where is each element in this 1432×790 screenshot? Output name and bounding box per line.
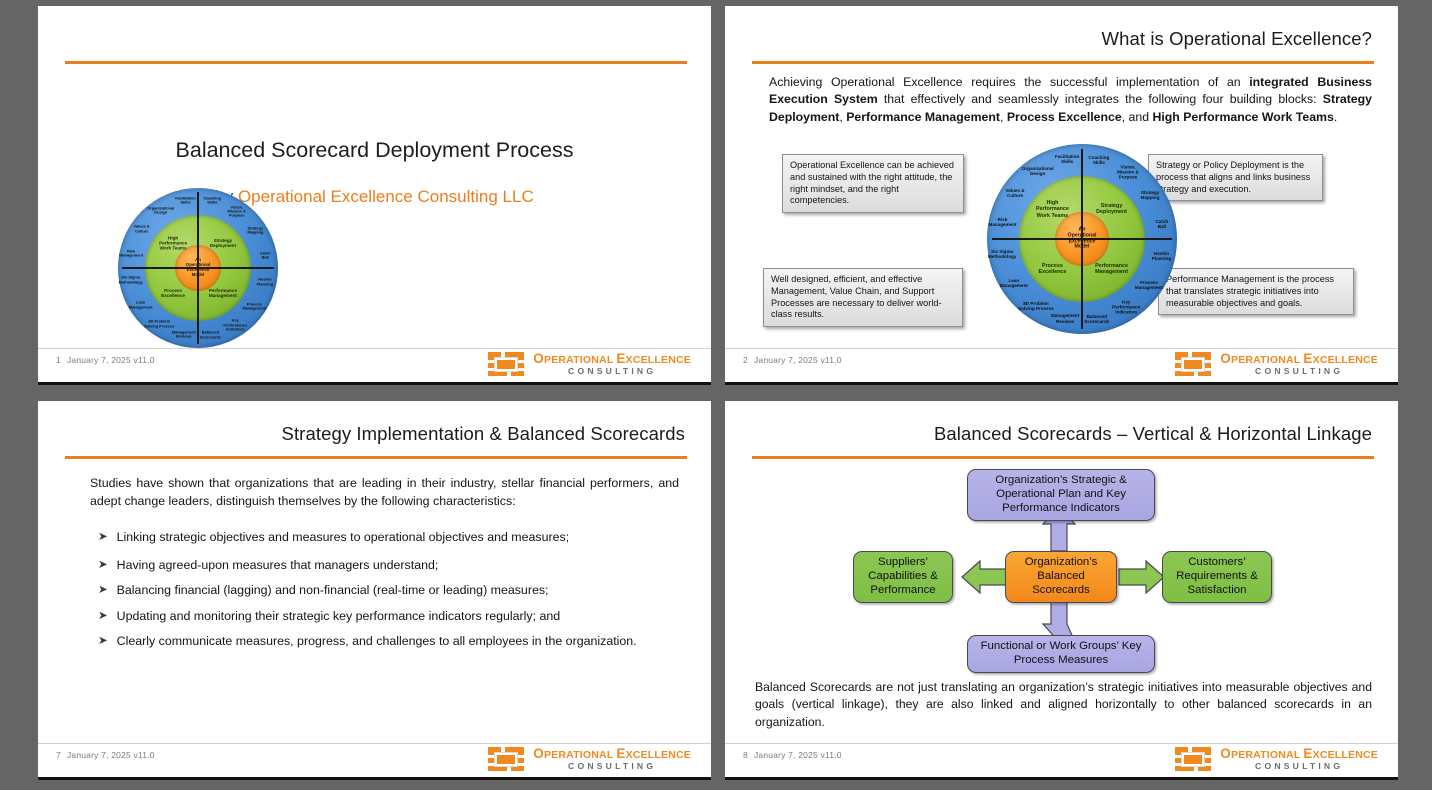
list-item-label: Clearly communicate measures, progress, … xyxy=(116,634,637,648)
slide-grid: Balanced Scorecard Deployment Process by… xyxy=(38,6,1398,784)
footer-date: January 7, 2025 v11.0 xyxy=(753,750,842,760)
slide-bottom-edge xyxy=(725,777,1398,780)
intro-paragraph: Studies have shown that organizations th… xyxy=(90,476,679,508)
callout-bottom-right: Performance Management is the process th… xyxy=(1158,268,1354,316)
wheel-axis-horizontal xyxy=(992,238,1172,240)
logo-line-2: CONSULTING xyxy=(568,760,657,771)
list-item: ➤ Having agreed-upon measures that manage… xyxy=(98,557,666,574)
list-item: ➤ Balancing financial (lagging) and non-f… xyxy=(98,582,666,599)
logo-blocks-icon xyxy=(1174,746,1213,772)
footer: 1 January 7, 2025 v11.0 OPERATIONAL EXCE… xyxy=(38,349,711,385)
footer: 7 January 7, 2025 v11.0 OPERATIONAL EXCE… xyxy=(38,744,711,780)
slide-bottom-edge xyxy=(725,382,1398,385)
byline-company: Operational Excellence Consulting LLC xyxy=(237,187,534,206)
logo-wordmark: OPERATIONAL EXCELLENCE CONSULTING xyxy=(1220,352,1378,375)
operational-excellence-wheel: An Operational Excellence Model High Perf… xyxy=(987,144,1177,334)
company-logo: OPERATIONAL EXCELLENCE CONSULTING xyxy=(487,746,691,772)
intro-paragraph: Achieving Operational Excellence require… xyxy=(769,74,1372,126)
node-suppliers: Suppliers’ Capabilities & Performance xyxy=(853,551,953,603)
list-item: ➤ Clearly communicate measures, progress,… xyxy=(98,633,666,650)
footer-meta: 7 January 7, 2025 v11.0 xyxy=(56,750,155,760)
logo-blocks-icon xyxy=(487,351,526,377)
logo-line-1: OPERATIONAL EXCELLENCE xyxy=(533,746,691,762)
footer-date: January 7, 2025 v11.0 xyxy=(66,355,155,365)
logo-line-2: CONSULTING xyxy=(568,365,657,376)
logo-line-2: CONSULTING xyxy=(1255,365,1344,376)
bullet-arrow-icon: ➤ xyxy=(98,635,108,647)
bullet-arrow-icon: ➤ xyxy=(98,610,108,622)
callout-top-left: Operational Excellence can be achieved a… xyxy=(782,154,964,214)
page-title: Balanced Scorecard Deployment Process xyxy=(175,138,574,162)
emphasis-text: Process Excellence xyxy=(1006,109,1122,124)
caption-paragraph: Balanced Scorecards are not just transla… xyxy=(755,680,1372,729)
arrow-left xyxy=(961,559,1008,595)
bullet-arrow-icon: ➤ xyxy=(98,531,108,543)
slide-4[interactable]: Balanced Scorecards – Vertical & Horizon… xyxy=(725,401,1398,780)
logo-wordmark: OPERATIONAL EXCELLENCE CONSULTING xyxy=(533,352,691,375)
list-item-label: Updating and monitoring their strategic … xyxy=(116,609,561,623)
logo-line-1: OPERATIONAL EXCELLENCE xyxy=(533,351,691,367)
node-balanced-scorecards: Organization’s Balanced Scorecards xyxy=(1005,551,1117,603)
subtitle-byline: by Operational Excellence Consulting LLC xyxy=(38,187,711,207)
list-item-label: Balancing financial (lagging) and non-fi… xyxy=(116,583,549,597)
slide-number: 2 xyxy=(743,355,748,365)
list-item: ➤ Linking strategic objectives and measur… xyxy=(98,529,666,546)
bullet-arrow-icon: ➤ xyxy=(98,584,108,596)
footer-date: January 7, 2025 v11.0 xyxy=(66,750,155,760)
body-text: , and xyxy=(1121,109,1153,124)
accent-rule xyxy=(65,456,687,459)
emphasis-text: Performance Management xyxy=(846,109,1000,124)
footer-meta: 8 January 7, 2025 v11.0 xyxy=(743,750,842,760)
accent-rule xyxy=(752,61,1374,64)
footer-meta: 2 January 7, 2025 v11.0 xyxy=(743,355,842,365)
footer: 2 January 7, 2025 v11.0 OPERATIONAL EXCE… xyxy=(725,349,1398,385)
slide-bottom-edge xyxy=(38,382,711,385)
company-logo: OPERATIONAL EXCELLENCE CONSULTING xyxy=(1174,746,1378,772)
logo-wordmark: OPERATIONAL EXCELLENCE CONSULTING xyxy=(533,747,691,770)
company-logo: OPERATIONAL EXCELLENCE CONSULTING xyxy=(487,351,691,377)
list-item-label: Having agreed-upon measures that manager… xyxy=(116,558,439,572)
body-text: that effectively and seamlessly integrat… xyxy=(877,92,1323,107)
logo-line-2: CONSULTING xyxy=(1255,760,1344,771)
logo-blocks-icon xyxy=(487,746,526,772)
emphasis-text: High Performance Work Teams xyxy=(1152,109,1334,124)
page-title: What is Operational Excellence? xyxy=(1101,28,1372,49)
body-text: . xyxy=(1333,109,1338,124)
node-customers: Customers’ Requirements & Satisfaction xyxy=(1162,551,1272,603)
operational-excellence-wheel: An Operational Excellence Model High Perf… xyxy=(118,188,278,348)
list-item-label: Linking strategic objectives and measure… xyxy=(116,530,570,544)
callout-top-right: Strategy or Policy Deployment is the pro… xyxy=(1148,154,1323,202)
slide-number: 7 xyxy=(56,750,61,760)
logo-line-1: OPERATIONAL EXCELLENCE xyxy=(1220,746,1378,762)
body-text: , xyxy=(1000,109,1007,124)
logo-line-1: OPERATIONAL EXCELLENCE xyxy=(1220,351,1378,367)
list-item: ➤ Updating and monitoring their strategic… xyxy=(98,608,666,625)
slide-bottom-edge xyxy=(38,777,711,780)
slide-3[interactable]: Strategy Implementation & Balanced Score… xyxy=(38,401,711,780)
slide-number: 8 xyxy=(743,750,748,760)
node-strategic-plan: Organization’s Strategic & Operational P… xyxy=(967,469,1155,521)
page-title: Strategy Implementation & Balanced Score… xyxy=(281,423,685,444)
node-work-groups: Functional or Work Groups’ Key Process M… xyxy=(967,635,1155,673)
wheel-axis-horizontal xyxy=(122,267,274,269)
arrow-right xyxy=(1118,559,1165,595)
logo-wordmark: OPERATIONAL EXCELLENCE CONSULTING xyxy=(1220,747,1378,770)
slide-1[interactable]: Balanced Scorecard Deployment Process by… xyxy=(38,6,711,385)
bullet-arrow-icon: ➤ xyxy=(98,559,108,571)
footer: 8 January 7, 2025 v11.0 OPERATIONAL EXCE… xyxy=(725,744,1398,780)
callout-bottom-left: Well designed, efficient, and effective … xyxy=(763,268,963,328)
body-text: Achieving Operational Excellence require… xyxy=(769,75,1250,89)
company-logo: OPERATIONAL EXCELLENCE CONSULTING xyxy=(1174,351,1378,377)
footer-meta: 1 January 7, 2025 v11.0 xyxy=(56,355,155,365)
logo-blocks-icon xyxy=(1174,351,1213,377)
footer-date: January 7, 2025 v11.0 xyxy=(753,355,842,365)
slide-number: 1 xyxy=(56,355,61,365)
accent-rule xyxy=(65,61,687,64)
slide-2[interactable]: What is Operational Excellence? Achievin… xyxy=(725,6,1398,385)
